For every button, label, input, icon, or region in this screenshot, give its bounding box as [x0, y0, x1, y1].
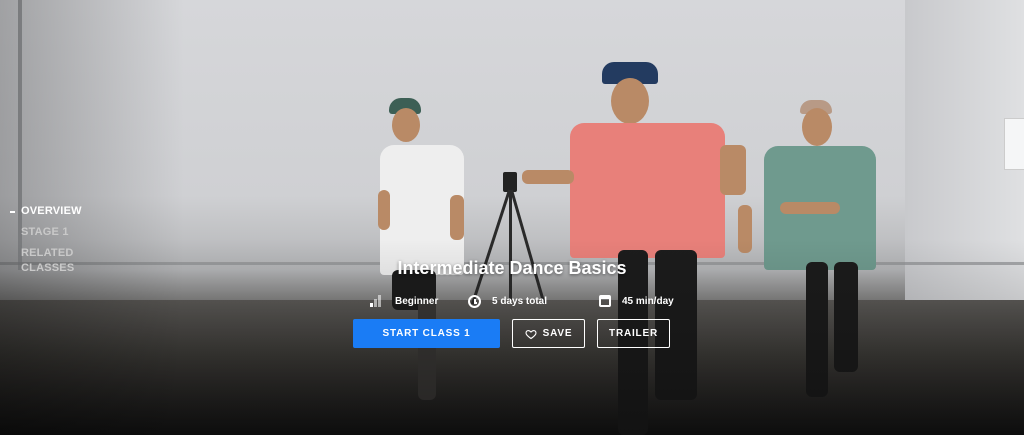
section-nav-label: OVERVIEW: [21, 205, 82, 217]
section-nav-stage-1[interactable]: STAGE 1: [10, 225, 130, 240]
daily-time-text: 45 min/day: [622, 295, 674, 307]
clock-icon: [468, 294, 481, 308]
daily-time-meta: 45 min/day: [599, 292, 674, 310]
start-class-button[interactable]: START CLASS 1: [353, 319, 500, 348]
heart-icon: [525, 329, 537, 339]
signal-bars-icon: [370, 294, 384, 308]
save-label: SAVE: [542, 328, 573, 339]
trailer-label: TRAILER: [609, 328, 658, 339]
calendar-icon: [599, 295, 611, 307]
trailer-button[interactable]: TRAILER: [597, 319, 670, 348]
active-indicator: [10, 211, 15, 213]
duration-meta: 5 days total: [468, 292, 547, 310]
level-meta: Beginner: [370, 292, 438, 310]
save-button[interactable]: SAVE: [512, 319, 585, 348]
start-class-label: START CLASS 1: [382, 328, 471, 339]
section-nav-overview[interactable]: OVERVIEW: [10, 204, 130, 219]
section-nav-label: STAGE 1: [21, 226, 69, 238]
hero-background-image: [0, 0, 1024, 435]
duration-text: 5 days total: [492, 295, 548, 307]
level-text: Beginner: [395, 295, 439, 307]
hero-gradient-overlay: [0, 0, 1024, 435]
course-title: Intermediate Dance Basics: [397, 258, 627, 278]
